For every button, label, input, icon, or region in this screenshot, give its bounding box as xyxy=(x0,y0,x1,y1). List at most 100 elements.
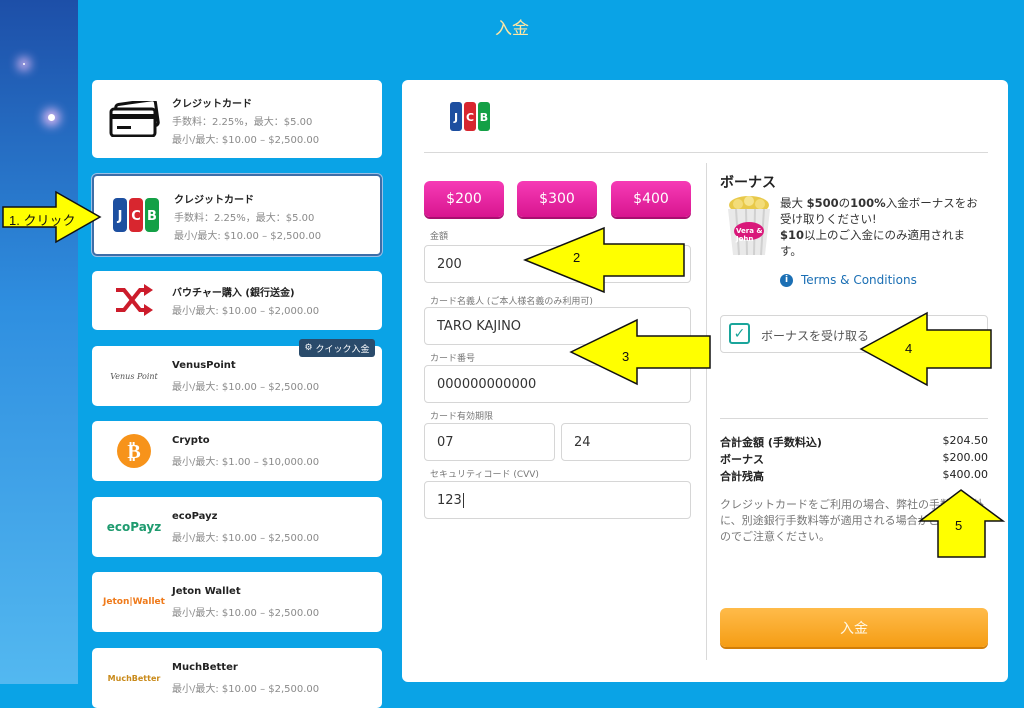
divider xyxy=(720,418,988,419)
amount-input[interactable]: 200 xyxy=(424,245,691,283)
bonus-min-amount: $10 xyxy=(780,228,805,242)
method-name: ecoPayz xyxy=(172,511,218,522)
amount-400-button[interactable]: $400 xyxy=(611,181,691,217)
bitcoin-icon: ₿ xyxy=(98,431,170,471)
summary-label: ボーナス xyxy=(720,453,764,466)
checkbox-checked-icon[interactable]: ✓ xyxy=(729,323,750,344)
summary-label: 合計金額 (手数料込) xyxy=(720,436,822,449)
shuffle-icon xyxy=(98,280,170,320)
bonus-bucket-image: Vera & John xyxy=(724,195,774,261)
bonus-amount: $500 xyxy=(806,196,839,210)
summary-total-with-fee: 合計金額 (手数料込) $204.50 xyxy=(720,434,988,450)
method-voucher-bank-transfer[interactable]: バウチャー購入 (銀行送金) 最小/最大: $10.00 – $2,000.00 xyxy=(92,271,382,330)
annotation-label-5: 5 xyxy=(955,518,963,533)
venuspoint-logo-icon: Venus Point xyxy=(98,356,170,396)
fee-notice: クレジットカードをご利用の場合、弊社の手数料以外に、別途銀行手数料等が適用される… xyxy=(720,498,984,543)
svg-text:C: C xyxy=(466,111,474,124)
terms-link[interactable]: i Terms & Conditions xyxy=(780,273,917,287)
amount-300-button[interactable]: $300 xyxy=(517,181,597,217)
expiry-month-input[interactable]: 07 xyxy=(424,423,555,461)
expiry-month-value: 07 xyxy=(437,434,454,450)
amount-value: 200 xyxy=(437,256,462,272)
method-jeton-wallet[interactable]: Jeton|Wallet Jeton Wallet 最小/最大: $10.00 … xyxy=(92,572,382,632)
quick-deposit-label: クイック入金 xyxy=(315,344,370,355)
summary-value: $204.50 xyxy=(942,434,989,447)
bonus-text-part: 入金ボーナスを xyxy=(885,196,967,210)
sparkle-decoration xyxy=(23,63,25,65)
method-limits: 最小/最大: $1.00 – $10,000.00 xyxy=(172,457,320,468)
left-background-glow xyxy=(0,0,78,684)
muchbetter-logo-icon: MuchBetter xyxy=(98,658,170,698)
summary-value: $200.00 xyxy=(942,451,989,464)
bonus-bucket-text: Vera & John xyxy=(736,227,763,243)
info-icon: i xyxy=(780,273,793,287)
amount-200-button[interactable]: $200 xyxy=(424,181,504,217)
venuspoint-logo-text: Venus Point xyxy=(110,371,158,381)
bonus-description: 最大 $500の100%入金ボーナスをお受け取りください! $10以上のご入金に… xyxy=(780,195,985,259)
divider xyxy=(706,163,707,660)
deposit-submit-button[interactable]: 入金 xyxy=(720,608,988,647)
card-number-input[interactable]: 000000000000 xyxy=(424,365,691,403)
method-fee: 手数料：2.25%，最大：$5.00 xyxy=(172,117,313,128)
expiry-year-input[interactable]: 24 xyxy=(561,423,691,461)
method-limits: 最小/最大: $10.00 – $2,500.00 xyxy=(172,608,320,619)
method-jcb-card[interactable]: J C B クレジットカード 手数料：2.25%，最大：$5.00 最小/最大:… xyxy=(92,174,382,256)
page-title: 入金 xyxy=(495,19,529,39)
method-limits: 最小/最大: $10.00 – $2,500.00 xyxy=(172,135,320,146)
bonus-checkbox-field[interactable]: ✓ ボーナスを受け取る xyxy=(720,315,988,353)
method-name: Crypto xyxy=(172,435,210,446)
bonus-checkbox-label: ボーナスを受け取る xyxy=(761,329,870,343)
method-name: クレジットカード xyxy=(174,195,254,206)
divider xyxy=(424,152,988,153)
cardholder-label: カード名義人 (ご本人様名義のみ利用可) xyxy=(430,297,593,307)
card-number-label: カード番号 xyxy=(430,354,476,364)
selected-jcb-logo-icon: J C B xyxy=(449,101,491,136)
method-name: MuchBetter xyxy=(172,662,238,673)
amount-label: 金額 xyxy=(430,232,449,242)
summary-label: 合計残高 xyxy=(720,470,764,483)
terms-label: Terms & Conditions xyxy=(801,273,917,287)
bonus-percent: 100% xyxy=(850,196,886,210)
bonus-text-part: 以上のご入金にのみ適用されます。 xyxy=(780,228,966,258)
ecopayz-logo-text: ecoPayz xyxy=(106,520,162,534)
method-crypto[interactable]: ₿ Crypto 最小/最大: $1.00 – $10,000.00 xyxy=(92,421,382,481)
method-limits: 最小/最大: $10.00 – $2,500.00 xyxy=(174,231,322,242)
cardholder-input[interactable]: TARO KAJINO xyxy=(424,307,691,345)
ecopayz-logo-icon: ecoPayz xyxy=(98,507,170,547)
svg-text:C: C xyxy=(131,209,141,224)
method-fee: 手数料：2.25%，最大：$5.00 xyxy=(174,213,315,224)
credit-card-icon xyxy=(98,94,170,144)
svg-text:₿: ₿ xyxy=(127,439,140,463)
svg-text:B: B xyxy=(147,209,157,224)
method-limits: 最小/最大: $10.00 – $2,500.00 xyxy=(172,684,320,695)
method-limits: 最小/最大: $10.00 – $2,500.00 xyxy=(172,533,320,544)
method-name: VenusPoint xyxy=(172,360,236,371)
annotation-label-3: 3 xyxy=(622,349,630,364)
cvv-label: セキュリティコード (CVV) xyxy=(430,470,539,480)
cvv-input[interactable]: 123 xyxy=(424,481,691,519)
svg-text:B: B xyxy=(480,111,488,124)
method-muchbetter[interactable]: MuchBetter MuchBetter 最小/最大: $10.00 – $2… xyxy=(92,648,382,708)
quick-deposit-badge: ⚙ クイック入金 xyxy=(299,339,375,357)
text-caret xyxy=(462,492,464,508)
cvv-value: 123 xyxy=(437,492,462,508)
method-limits: 最小/最大: $10.00 – $2,000.00 xyxy=(172,306,320,317)
svg-text:J: J xyxy=(453,111,458,124)
jeton-logo-text: Jeton|Wallet xyxy=(103,597,165,607)
method-name: クレジットカード xyxy=(172,99,252,110)
method-ecopayz[interactable]: ecoPayz ecoPayz 最小/最大: $10.00 – $2,500.0… xyxy=(92,497,382,557)
expiry-year-value: 24 xyxy=(574,434,591,450)
summary-value: $400.00 xyxy=(942,468,989,481)
expiry-label: カード有効期限 xyxy=(430,412,494,422)
summary-bonus: ボーナス $200.00 xyxy=(720,451,988,467)
jcb-logo-icon: J C B xyxy=(100,190,172,240)
cardholder-value: TARO KAJINO xyxy=(437,318,522,334)
muchbetter-logo-text: MuchBetter xyxy=(107,673,161,683)
method-credit-card[interactable]: クレジットカード 手数料：2.25%，最大：$5.00 最小/最大: $10.0… xyxy=(92,80,382,158)
bolt-icon: ⚙ xyxy=(304,343,313,353)
sparkle-decoration xyxy=(48,114,55,121)
annotation-label-1: 1. クリック xyxy=(9,213,76,228)
method-name: バウチャー購入 (銀行送金) xyxy=(172,288,295,299)
jeton-logo-icon: Jeton|Wallet xyxy=(98,582,170,622)
annotation-label-4: 4 xyxy=(905,341,913,356)
